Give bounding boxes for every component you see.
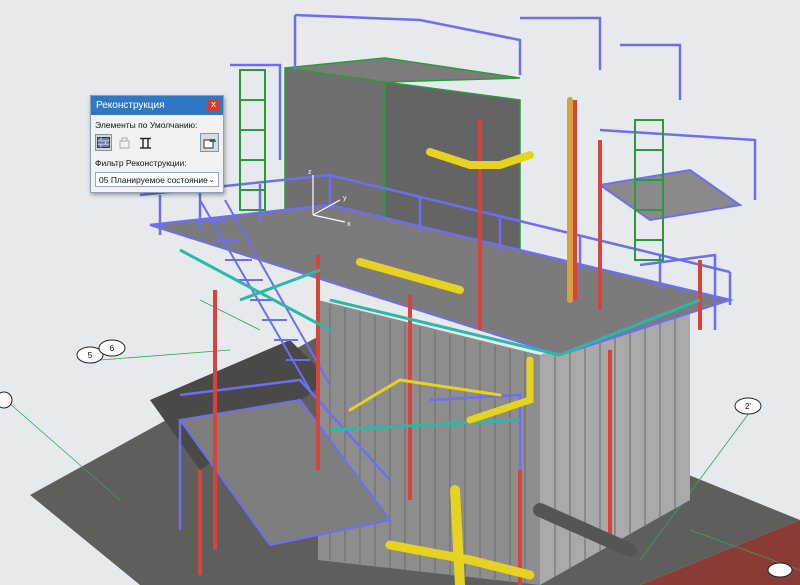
- renovation-filter-select[interactable]: 05 Планируемое состояние ⌄: [95, 172, 219, 187]
- axis-label-y: y: [343, 195, 347, 202]
- demolish-elements-icon[interactable]: [116, 134, 133, 151]
- grid-bubble[interactable]: [0, 391, 13, 409]
- palette-title: Реконструкция: [96, 100, 165, 111]
- svg-text:6: 6: [110, 344, 115, 353]
- chevron-down-icon: ⌄: [208, 175, 215, 184]
- grid-bubble[interactable]: [767, 562, 793, 578]
- svg-text:5: 5: [88, 351, 93, 360]
- grid-bubble[interactable]: 6: [98, 339, 126, 357]
- axis-label-x: x: [347, 221, 351, 228]
- renovation-filter-value: 05 Планируемое состояние: [99, 174, 208, 185]
- defaults-label: Элементы по Умолчанию:: [95, 120, 198, 130]
- upper-platform-deck: [597, 168, 743, 222]
- renovation-palette[interactable]: Реконструкция x Элементы по Умолчанию: Ф…: [90, 95, 224, 193]
- override-style-icon[interactable]: [200, 133, 219, 152]
- existing-elements-icon[interactable]: [95, 134, 112, 151]
- close-button[interactable]: x: [207, 99, 220, 112]
- svg-text:2': 2': [745, 402, 751, 411]
- axis-label-z: z: [308, 169, 312, 176]
- grid-bubble[interactable]: 2': [734, 397, 762, 415]
- 3d-viewport[interactable]: 5 6 2' z y x: [0, 0, 800, 585]
- filter-label: Фильтр Реконструкции:: [95, 158, 187, 168]
- palette-titlebar[interactable]: Реконструкция x: [91, 96, 223, 115]
- default-status-toolbar: [95, 134, 154, 151]
- new-elements-icon[interactable]: [137, 134, 154, 151]
